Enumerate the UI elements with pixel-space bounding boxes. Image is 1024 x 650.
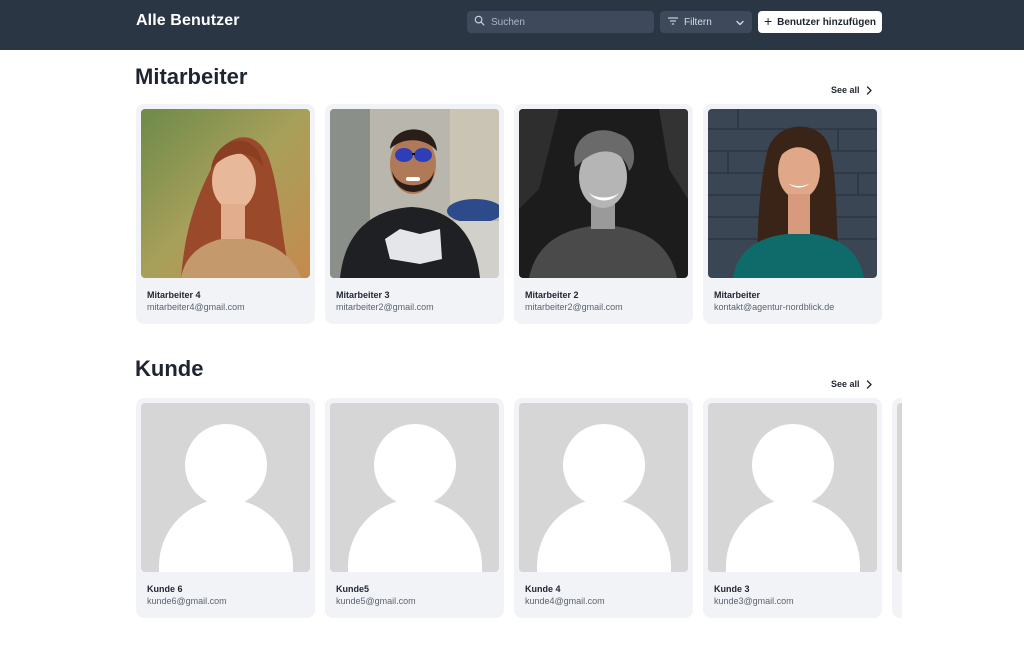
user-card[interactable]: Kunde 3 kunde3@gmail.com — [703, 398, 882, 618]
user-email: mitarbeiter2@gmail.com — [336, 302, 434, 312]
avatar-head — [374, 424, 456, 506]
search-input[interactable] — [491, 16, 641, 28]
plus-icon: + — [763, 13, 773, 29]
filter-label: Filtern — [684, 16, 712, 28]
user-card[interactable]: Mitarbeiter 3 mitarbeiter2@gmail.com — [325, 104, 504, 324]
filter-dropdown[interactable]: Filtern — [660, 11, 752, 33]
user-name: Mitarbeiter 3 — [336, 290, 390, 300]
avatar-head — [563, 424, 645, 506]
user-email: mitarbeiter2@gmail.com — [525, 302, 623, 312]
user-card[interactable]: Mitarbeiter 4 mitarbeiter4@gmail.com — [136, 104, 315, 324]
user-name: Kunde 3 — [714, 584, 750, 594]
chevron-right-icon — [866, 85, 872, 95]
chevron-down-icon — [736, 18, 744, 29]
user-email: mitarbeiter4@gmail.com — [147, 302, 245, 312]
avatar-head — [185, 424, 267, 506]
user-name: Mitarbeiter 4 — [147, 290, 201, 300]
search-box[interactable] — [467, 11, 654, 33]
user-card[interactable]: Kunde 6 kunde6@gmail.com — [136, 398, 315, 618]
section-title-kunde: Kunde — [135, 356, 204, 381]
avatar-head — [752, 424, 834, 506]
woman-brick-wall-photo — [708, 109, 877, 278]
search-icon — [474, 13, 485, 31]
user-email: kunde4@gmail.com — [525, 596, 605, 606]
user-card-partial[interactable] — [892, 398, 902, 618]
default-avatar — [897, 403, 902, 572]
user-card[interactable]: Mitarbeiter 2 mitarbeiter2@gmail.com — [514, 104, 693, 324]
user-name: Mitarbeiter 2 — [525, 290, 579, 300]
woman-red-hair-photo — [141, 109, 310, 278]
user-name: Kunde 4 — [525, 584, 561, 594]
section-title-mitarbeiter: Mitarbeiter — [135, 64, 248, 89]
user-card[interactable]: Kunde5 kunde5@gmail.com — [325, 398, 504, 618]
user-card[interactable]: Kunde 4 kunde4@gmail.com — [514, 398, 693, 618]
user-email: kunde5@gmail.com — [336, 596, 416, 606]
user-email: kunde3@gmail.com — [714, 596, 794, 606]
filter-icon — [668, 16, 678, 28]
see-all-label: See all — [831, 379, 860, 389]
see-all-label: See all — [831, 85, 860, 95]
add-user-button[interactable]: + Benutzer hinzufügen — [758, 11, 882, 33]
avatar-body — [159, 499, 293, 572]
user-email: kunde6@gmail.com — [147, 596, 227, 606]
see-all-mitarbeiter-link[interactable]: See all — [831, 85, 872, 95]
avatar-body — [348, 499, 482, 572]
avatar-body — [726, 499, 860, 572]
add-user-button-label: Benutzer hinzufügen — [777, 16, 877, 28]
man-sunglasses-photo — [330, 109, 499, 278]
user-name: Kunde5 — [336, 584, 370, 594]
default-avatar — [708, 403, 877, 572]
man-black-white-photo — [519, 109, 688, 278]
chevron-right-icon — [866, 379, 872, 389]
default-avatar — [330, 403, 499, 572]
user-name: Kunde 6 — [147, 584, 183, 594]
user-email: kontakt@agentur-nordblick.de — [714, 302, 835, 312]
user-name: Mitarbeiter — [714, 290, 761, 300]
page-title: Alle Benutzer — [136, 12, 240, 29]
default-avatar — [519, 403, 688, 572]
user-card[interactable]: Mitarbeiter kontakt@agentur-nordblick.de — [703, 104, 882, 324]
avatar-body — [537, 499, 671, 572]
top-bar: Alle Benutzer Filtern + Benutzer hinzufü… — [0, 0, 1024, 50]
see-all-kunde-link[interactable]: See all — [831, 379, 872, 389]
default-avatar — [141, 403, 310, 572]
